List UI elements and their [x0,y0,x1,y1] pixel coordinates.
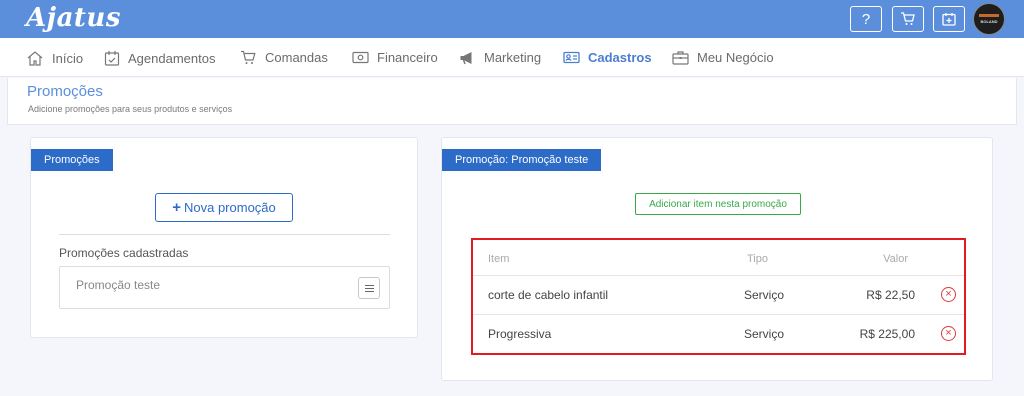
promotion-list: Promoção teste [59,266,390,309]
nav-item-label: Meu Negócio [697,50,774,65]
column-header-valor: Valor [883,253,908,265]
cart-icon [901,12,915,25]
promotion-list-item[interactable]: Promoção teste [76,278,160,292]
nav-item-inicio[interactable]: Início [26,50,83,66]
menu-icon-line [364,287,374,289]
calendar-add-icon [942,13,956,26]
plus-icon: + [172,199,181,216]
money-icon [352,51,369,64]
cell-item: corte de cabelo infantil [488,288,609,302]
cart-icon [241,50,256,64]
column-header-item: Item [488,253,510,265]
cell-tipo: Serviço [744,327,785,341]
nav-item-comandas[interactable]: Comandas [240,50,328,65]
nav-item-label: Comandas [265,50,328,65]
column-header-tipo: Tipo [747,253,768,265]
help-button[interactable]: ? [850,6,882,32]
nav-item-agendamentos[interactable]: Agendamentos [104,50,215,66]
home-icon [27,51,43,66]
promotions-tab: Promoções [31,149,113,171]
cell-valor: R$ 22,50 [866,288,915,302]
nav-item-financeiro[interactable]: Financeiro [352,50,438,65]
app-logo[interactable]: Ajatus [26,3,121,33]
new-promotion-label: Nova promoção [183,200,276,215]
add-item-button[interactable]: Adicionar item nesta promoção [635,193,801,215]
cell-item: Progressiva [488,327,552,341]
nav-item-label: Financeiro [377,50,438,65]
page-title: Promoções [27,83,103,100]
remove-item-icon[interactable]: × [941,326,956,341]
table-header: Item Tipo Valor [473,240,964,276]
promotions-card: Promoções + Nova promoção Promoções cada… [30,137,418,338]
nav-item-meu-negocio[interactable]: Meu Negócio [672,50,774,65]
cart-button[interactable] [892,6,924,32]
divider [59,234,390,235]
cell-tipo: Serviço [744,288,785,302]
menu-icon-line [364,284,374,286]
promotion-items-table: Item Tipo Valor corte de cabelo infantil… [471,238,966,355]
new-promotion-button[interactable]: + Nova promoção [155,193,293,222]
list-menu-button[interactable] [358,277,380,299]
registered-promotions-title: Promoções cadastradas [59,246,189,260]
menu-icon-line [364,290,374,292]
promotion-detail-tab: Promoção: Promoção teste [442,149,602,171]
calendar-add-button[interactable] [933,6,965,32]
main-nav: Início Agendamentos Comandas Financeiro … [0,38,1024,77]
help-icon: ? [861,10,871,28]
remove-item-icon[interactable]: × [941,287,956,302]
avatar-logo-mark [979,14,999,17]
calendar-check-icon [104,51,120,66]
megaphone-icon [460,51,472,64]
promotion-detail-card: Promoção: Promoção teste Adicionar item … [441,137,993,381]
page-subtitle: Adicione promoções para seus produtos e … [28,104,233,114]
table-row: Progressiva Serviço R$ 225,00 × [473,315,964,354]
cell-valor: R$ 225,00 [859,327,915,341]
nav-item-label: Início [52,50,84,66]
avatar-logo-text: BOLAND [980,19,998,24]
id-card-icon [563,51,580,64]
table-row: corte de cabelo infantil Serviço R$ 22,5… [473,276,964,315]
user-avatar[interactable]: BOLAND [973,3,1005,35]
nav-item-label: Cadastros [588,50,652,65]
nav-item-label: Marketing [484,50,542,65]
briefcase-icon [672,51,689,65]
nav-item-marketing[interactable]: Marketing [459,50,541,65]
page-header: Promoções Adicione promoções para seus p… [7,78,1017,125]
nav-item-label: Agendamentos [128,50,216,66]
top-bar: Ajatus ? BOLAND [0,0,1024,38]
nav-item-cadastros[interactable]: Cadastros [563,50,652,65]
